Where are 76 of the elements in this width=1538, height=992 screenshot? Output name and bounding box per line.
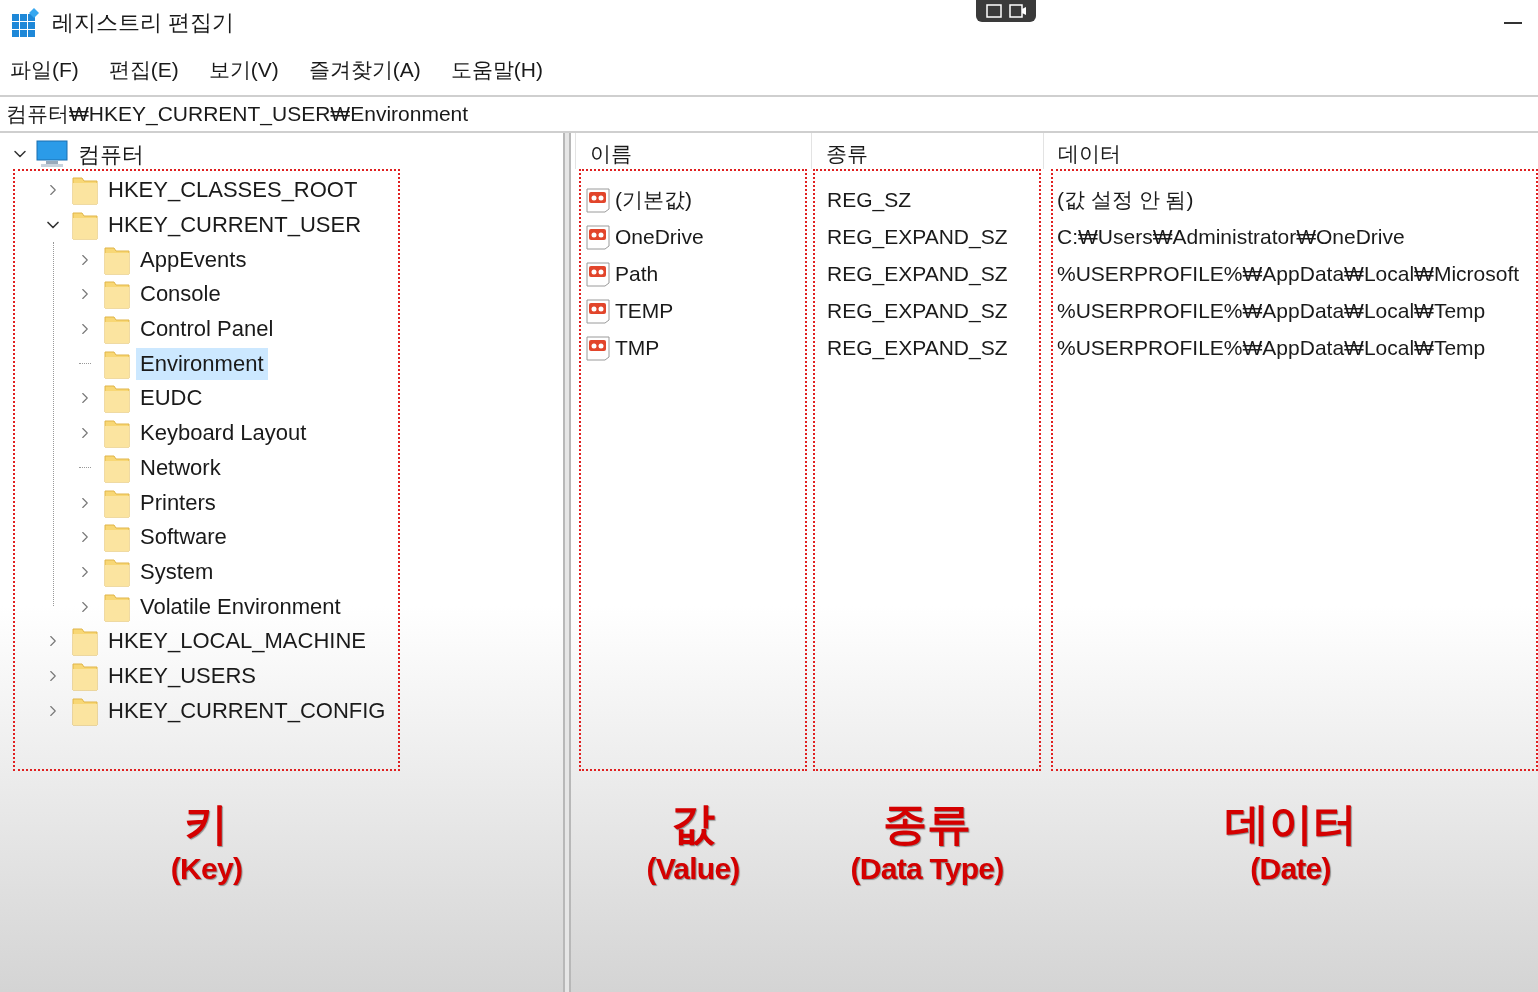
menu-item[interactable]: 파일(F)	[10, 54, 79, 86]
tree-item[interactable]: Printers	[136, 486, 220, 519]
value-cell[interactable]: TMP	[615, 331, 660, 364]
value-cell[interactable]: OneDrive	[615, 220, 704, 253]
value-cell[interactable]: TEMP	[615, 294, 674, 327]
string-value-icon	[585, 259, 613, 288]
value-cell-text: %USERPROFILE%₩AppData₩Local₩Temp	[1057, 297, 1486, 324]
string-value-icon	[585, 222, 613, 251]
folder-icon	[104, 591, 130, 622]
tree-item[interactable]: Console	[136, 278, 225, 311]
resize-icon[interactable]	[985, 4, 1002, 18]
string-value-icon	[585, 296, 613, 325]
tree-item[interactable]: 컴퓨터	[78, 137, 144, 171]
column-header[interactable]: 종류	[811, 133, 1043, 169]
tree-item[interactable]: HKEY_CURRENT_USER	[104, 209, 366, 242]
tree-item[interactable]: Keyboard Layout	[136, 417, 311, 450]
address-bar[interactable]: 컴퓨터₩HKEY_CURRENT_USER₩Environment	[0, 95, 1538, 133]
value-cell-text: REG_EXPAND_SZ	[827, 334, 1008, 362]
tree-item[interactable]: HKEY_CLASSES_ROOT	[104, 174, 362, 207]
folder-icon	[104, 279, 130, 310]
value-cell-text: %USERPROFILE%₩AppData₩Local₩Temp	[1057, 334, 1486, 361]
tree-item[interactable]: Control Panel	[136, 313, 278, 346]
tree-item[interactable]: Environment	[136, 347, 268, 380]
tree-item[interactable]: HKEY_CURRENT_CONFIG	[104, 694, 390, 727]
tree-item[interactable]: Volatile Environment	[136, 590, 345, 623]
value-cell[interactable]: Path	[615, 257, 659, 290]
menu-item[interactable]: 즐겨찾기(A)	[308, 54, 421, 86]
annotation-subtitle: (Data Type)	[850, 851, 1004, 887]
video-icon[interactable]	[1008, 4, 1027, 18]
value-cell-text: REG_SZ	[827, 186, 912, 214]
minimize-icon	[1504, 22, 1522, 24]
tree-item[interactable]: HKEY_LOCAL_MACHINE	[104, 625, 370, 658]
tree-item[interactable]: HKEY_USERS	[104, 659, 260, 692]
tree-item[interactable]: Software	[136, 521, 231, 554]
annotation-subtitle: (Date)	[1250, 851, 1331, 887]
tree-item[interactable]: AppEvents	[136, 243, 251, 276]
annotation-title: 값	[671, 799, 715, 849]
column-header[interactable]: 이름	[575, 133, 811, 169]
column-header[interactable]: 데이터	[1043, 133, 1538, 169]
tree-item[interactable]: System	[136, 555, 218, 588]
menu-item[interactable]: 편집(E)	[108, 54, 179, 86]
window-title: 레지스트리 편집기	[52, 9, 235, 37]
folder-icon	[104, 348, 130, 379]
folder-icon	[72, 660, 98, 691]
registry-app-icon	[10, 7, 42, 38]
menu-item[interactable]: 도움말(H)	[450, 54, 543, 86]
folder-icon	[104, 522, 130, 553]
annotation-title: 키	[184, 799, 229, 849]
folder-icon	[104, 452, 130, 483]
folder-icon	[104, 556, 130, 587]
computer-icon	[36, 140, 68, 168]
folder-icon	[72, 175, 98, 206]
folder-icon	[72, 695, 98, 726]
value-cell-text: REG_EXPAND_SZ	[827, 260, 1008, 288]
folder-icon	[72, 210, 98, 241]
value-cell-text: REG_EXPAND_SZ	[827, 223, 1008, 251]
annotation-title: 종류	[883, 799, 971, 849]
menu-item[interactable]: 보기(V)	[208, 54, 279, 86]
value-cell-text: %USERPROFILE%₩AppData₩Local₩Microsoft	[1057, 260, 1520, 287]
string-value-icon	[585, 185, 613, 214]
string-value-icon	[585, 333, 613, 362]
value-cell-text: C:₩Users₩Administrator₩OneDrive	[1057, 223, 1405, 250]
folder-icon	[104, 487, 130, 518]
folder-icon	[104, 418, 130, 449]
tree-item[interactable]: Network	[136, 451, 225, 484]
value-cell-text: (값 설정 안 됨)	[1057, 186, 1194, 213]
tree-item[interactable]: EUDC	[136, 382, 207, 415]
folder-icon	[104, 383, 130, 414]
value-cell-text: REG_EXPAND_SZ	[827, 297, 1008, 325]
folder-icon	[104, 244, 130, 275]
folder-icon	[104, 314, 130, 345]
folder-icon	[72, 626, 98, 657]
value-cell[interactable]: (기본값)	[615, 183, 692, 216]
annotation-title: 데이터	[1224, 799, 1357, 849]
annotation-subtitle: (Value)	[646, 851, 740, 887]
annotation-subtitle: (Key)	[170, 851, 243, 887]
